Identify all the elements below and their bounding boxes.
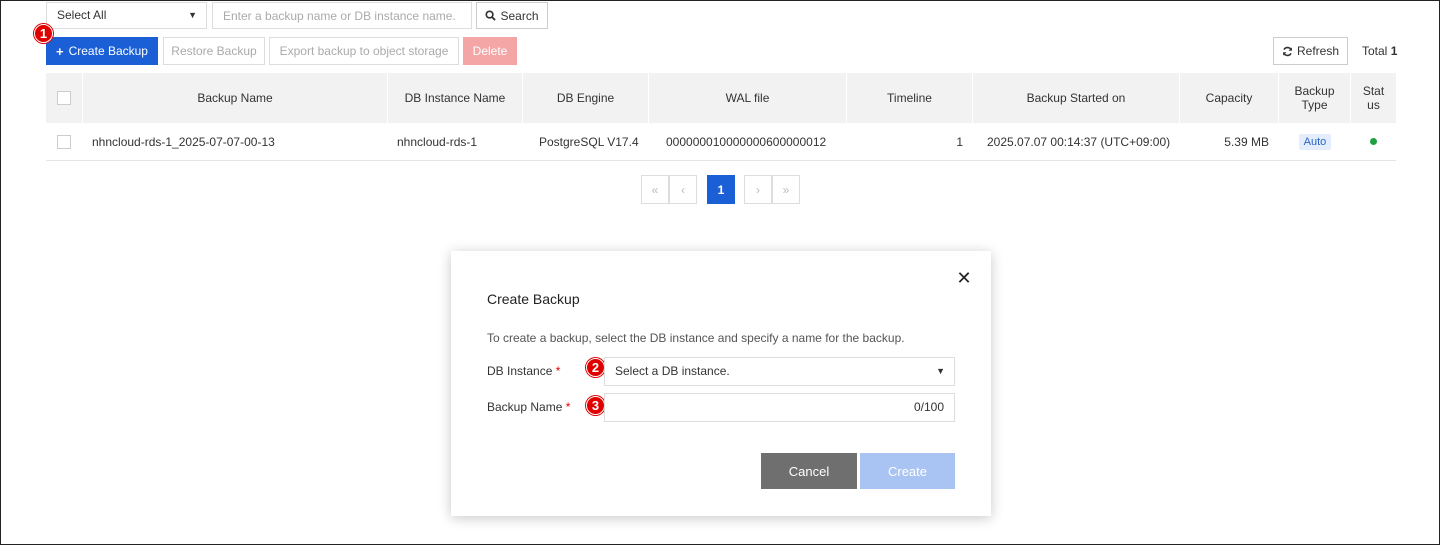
restore-backup-label: Restore Backup [171, 44, 257, 58]
db-instance-select-value: Select a DB instance. [615, 364, 730, 378]
pagination-page-1[interactable]: 1 [707, 175, 735, 204]
search-icon [485, 10, 497, 21]
export-backup-label: Export backup to object storage [279, 44, 449, 58]
export-backup-button[interactable]: Export backup to object storage [269, 37, 459, 65]
search-button[interactable]: Search [476, 2, 548, 29]
header-status[interactable]: Stat us [1351, 73, 1396, 123]
create-backup-label: Create Backup [68, 44, 148, 58]
cell-timeline: 1 [956, 134, 963, 149]
search-type-value: Select All [57, 8, 107, 22]
pagination-last[interactable]: » [772, 175, 800, 204]
total-label: Total [1362, 44, 1388, 58]
annotation-marker-2: 2 [586, 358, 605, 377]
annotation-marker-1: 1 [34, 24, 53, 43]
delete-label: Delete [472, 44, 508, 58]
backup-name-input[interactable]: 0/100 [604, 393, 955, 422]
total-count: Total 1 [1362, 37, 1397, 65]
row-checkbox[interactable] [57, 134, 71, 149]
required-mark: * [565, 400, 571, 414]
db-instance-select[interactable]: Select a DB instance. ▼ [604, 357, 955, 386]
header-backup-name[interactable]: Backup Name [83, 73, 388, 123]
header-select-all[interactable] [46, 73, 83, 123]
pagination-next[interactable]: › [744, 175, 772, 204]
cell-status [1351, 123, 1396, 160]
backup-name-counter: 0/100 [913, 400, 944, 414]
header-backup-type[interactable]: Backup Type [1279, 73, 1351, 123]
header-started-on[interactable]: Backup Started on [973, 73, 1180, 123]
cancel-button[interactable]: Cancel [761, 453, 857, 489]
plus-icon: + [56, 43, 64, 59]
cell-started-on: 2025.07.07 00:14:37 (UTC+09:00) [987, 134, 1171, 149]
dialog-title: Create Backup [487, 291, 580, 307]
chevron-down-icon: ▼ [936, 366, 945, 376]
required-mark: * [555, 364, 561, 378]
dialog-description: To create a backup, select the DB instan… [487, 331, 905, 345]
refresh-icon [1283, 46, 1292, 56]
row-checkbox-cell[interactable] [57, 123, 71, 160]
pagination-prev[interactable]: ‹ [669, 175, 697, 204]
status-indicator [1370, 138, 1377, 145]
create-backup-button[interactable]: + Create Backup [46, 37, 158, 65]
search-button-label: Search [500, 8, 539, 23]
cell-backup-type: Auto [1279, 123, 1351, 160]
cell-backup-name: nhncloud-rds-1_2025-07-07-00-13 [92, 134, 275, 149]
header-wal-file[interactable]: WAL file [649, 73, 847, 123]
header-db-instance-name[interactable]: DB Instance Name [388, 73, 523, 123]
pagination-first[interactable]: « [641, 175, 669, 204]
header-capacity[interactable]: Capacity [1180, 73, 1279, 123]
close-icon[interactable]: ✕ [954, 268, 974, 288]
cell-capacity: 5.39 MB [1224, 134, 1269, 149]
chevron-down-icon: ▼ [188, 10, 197, 20]
create-button[interactable]: Create [860, 453, 955, 489]
table-header: Backup Name DB Instance Name DB Engine W… [46, 73, 1396, 123]
db-instance-label-text: DB Instance [487, 364, 553, 378]
header-db-engine[interactable]: DB Engine [523, 73, 649, 123]
header-timeline[interactable]: Timeline [847, 73, 973, 123]
delete-button[interactable]: Delete [463, 37, 517, 65]
search-input[interactable] [212, 2, 472, 29]
total-value: 1 [1390, 44, 1398, 58]
annotation-marker-3: 3 [586, 396, 605, 415]
select-all-checkbox[interactable] [57, 91, 71, 105]
table-row[interactable]: nhncloud-rds-1_2025-07-07-00-13 nhncloud… [46, 123, 1396, 161]
restore-backup-button[interactable]: Restore Backup [163, 37, 265, 65]
search-type-select[interactable]: Select All ▼ [46, 2, 207, 29]
db-instance-label: DB Instance * [487, 364, 560, 378]
backup-name-label: Backup Name * [487, 400, 570, 414]
create-backup-dialog: ✕ Create Backup To create a backup, sele… [451, 251, 991, 516]
backup-name-label-text: Backup Name [487, 400, 563, 414]
cell-db-instance-name: nhncloud-rds-1 [397, 134, 478, 149]
cell-wal-file: 000000010000000600000012 [666, 134, 827, 149]
refresh-button[interactable]: Refresh [1273, 37, 1348, 65]
refresh-label: Refresh [1296, 44, 1340, 58]
cell-db-engine: PostgreSQL V17.4 [539, 134, 639, 149]
backup-type-badge: Auto [1298, 133, 1332, 150]
